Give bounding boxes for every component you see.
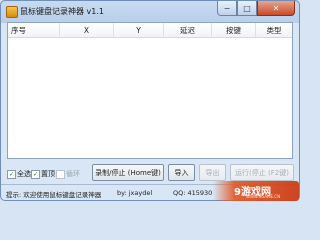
column-header-x[interactable]: X bbox=[60, 23, 114, 37]
app-window: 鼠标键盘记录神器 v1.1 − □ ✕ 序号 X Y 延迟 按键 类型 ✓ 全选… bbox=[0, 0, 300, 201]
title-bar[interactable]: 鼠标键盘记录神器 v1.1 − □ ✕ bbox=[1, 1, 299, 22]
import-button[interactable]: 导入 bbox=[168, 164, 195, 181]
column-header-y[interactable]: Y bbox=[114, 23, 164, 37]
checkbox-unchecked-icon bbox=[56, 169, 65, 179]
column-header-index[interactable]: 序号 bbox=[8, 23, 60, 37]
app-icon bbox=[6, 6, 18, 18]
list-header: 序号 X Y 延迟 按键 类型 bbox=[8, 23, 292, 38]
checkbox-checked-icon: ✓ bbox=[31, 169, 40, 179]
select-all-label: 全选 bbox=[17, 170, 31, 178]
minimize-button[interactable]: − bbox=[217, 1, 237, 16]
topmost-label: 置顶 bbox=[41, 170, 55, 178]
record-stop-button[interactable]: 录制/停止 (Home键) bbox=[92, 164, 164, 181]
loop-checkbox[interactable]: 循环 bbox=[56, 169, 80, 179]
status-qq: QQ: 415930 bbox=[173, 189, 213, 197]
export-button[interactable]: 导出 bbox=[199, 164, 226, 181]
window-title: 鼠标键盘记录神器 v1.1 bbox=[20, 7, 104, 16]
select-all-checkbox[interactable]: ✓ 全选 bbox=[7, 169, 31, 179]
column-header-delay[interactable]: 延迟 bbox=[164, 23, 212, 37]
maximize-button[interactable]: □ bbox=[237, 1, 257, 16]
column-header-key[interactable]: 按键 bbox=[212, 23, 256, 37]
record-list[interactable]: 序号 X Y 延迟 按键 类型 bbox=[7, 22, 293, 159]
window-controls: − □ ✕ bbox=[217, 1, 295, 18]
status-author: by: jxaydel bbox=[117, 189, 153, 197]
loop-label: 循环 bbox=[66, 170, 80, 178]
watermark-subtext: WWW.9GAME.CN bbox=[246, 194, 281, 199]
column-header-type[interactable]: 类型 bbox=[256, 23, 292, 37]
checkbox-checked-icon: ✓ bbox=[7, 169, 16, 179]
status-message: 提示: 欢迎使用鼠标键盘记录神器 bbox=[6, 191, 102, 199]
run-stop-button[interactable]: 运行(停止 (F2键) bbox=[230, 164, 294, 181]
close-button[interactable]: ✕ bbox=[257, 1, 295, 16]
topmost-checkbox[interactable]: ✓ 置顶 bbox=[31, 169, 55, 179]
